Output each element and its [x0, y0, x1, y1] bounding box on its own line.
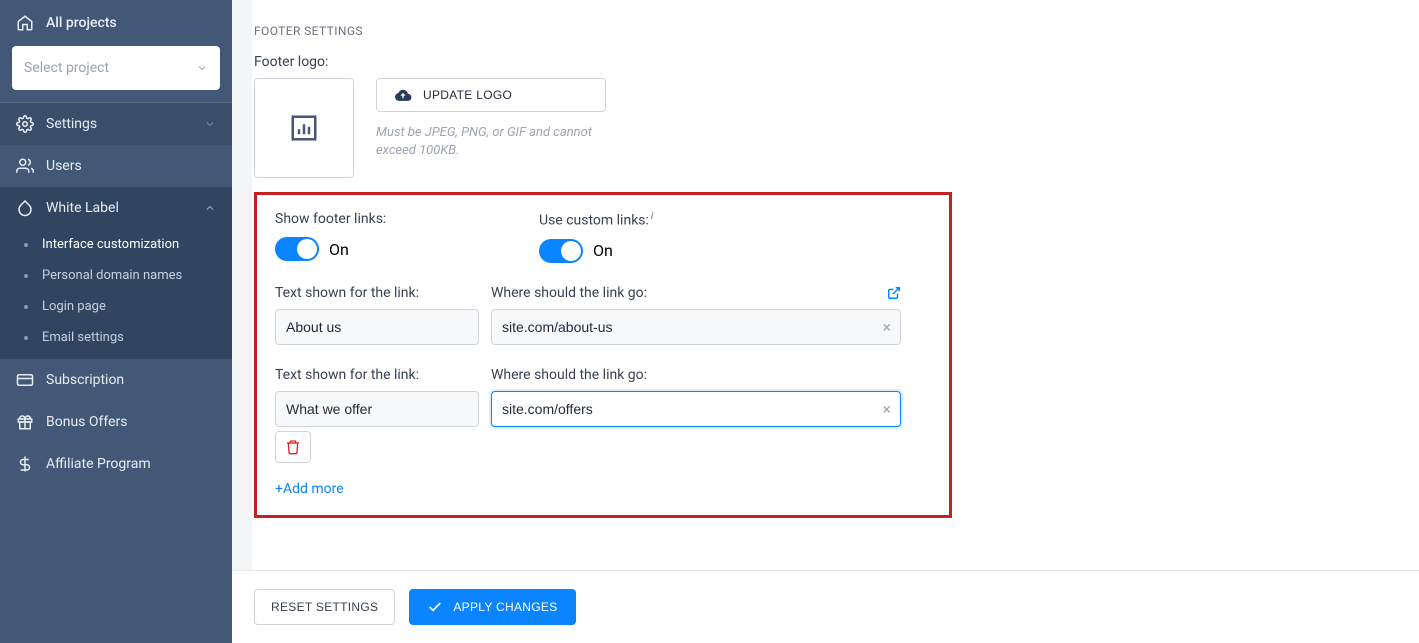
link-row-2: Text shown for the link: Where should th…	[275, 367, 931, 427]
custom-links-toggle-col: Use custom links:i On	[539, 211, 739, 263]
apply-button[interactable]: APPLY CHANGES	[409, 589, 575, 625]
reset-button[interactable]: RESET SETTINGS	[254, 589, 395, 625]
link-row-1: Text shown for the link: Where should th…	[275, 285, 931, 345]
add-more-link[interactable]: +Add more	[275, 481, 344, 497]
show-links-toggle[interactable]	[275, 237, 319, 261]
logo-row: UPDATE LOGO Must be JPEG, PNG, or GIF an…	[254, 78, 1399, 178]
users-label: Users	[46, 158, 82, 174]
settings-label: Settings	[46, 116, 97, 132]
link-url-wrap: ×	[491, 309, 901, 345]
footer-links-section: Show footer links: On Use custom links:i…	[254, 192, 952, 518]
chevron-down-icon	[196, 62, 208, 74]
droplet-icon	[16, 199, 34, 217]
subitem-email-settings[interactable]: Email settings	[0, 322, 232, 353]
subitem-label: Email settings	[42, 330, 124, 345]
link-text-label: Text shown for the link:	[275, 285, 479, 301]
link-text-label: Text shown for the link:	[275, 367, 479, 383]
subitem-login-page[interactable]: Login page	[0, 291, 232, 322]
sidebar-item-users[interactable]: Users	[0, 145, 232, 187]
affiliate-label: Affiliate Program	[46, 456, 151, 472]
link-url-input[interactable]	[491, 309, 901, 345]
gear-icon	[16, 115, 34, 133]
clear-icon[interactable]: ×	[882, 317, 891, 336]
dot-icon	[24, 243, 28, 247]
update-logo-label: UPDATE LOGO	[423, 88, 512, 102]
link-text-input[interactable]	[275, 309, 479, 345]
info-icon[interactable]: i	[651, 211, 653, 222]
dollar-icon	[16, 455, 34, 473]
custom-links-label: Use custom links:i	[539, 211, 739, 229]
project-select[interactable]: Select project	[12, 46, 220, 90]
section-title: FOOTER SETTINGS	[254, 0, 1399, 54]
delete-link-button[interactable]	[275, 431, 311, 463]
white-label-label: White Label	[46, 200, 119, 216]
show-links-toggle-col: Show footer links: On	[275, 211, 475, 263]
gift-icon	[16, 413, 34, 431]
link-url-wrap: ×	[491, 391, 901, 427]
chevron-up-icon	[204, 202, 216, 214]
footer-bar: RESET SETTINGS APPLY CHANGES	[232, 570, 1419, 643]
footer-logo-label: Footer logo:	[254, 54, 1399, 70]
toggle-state: On	[329, 240, 349, 259]
chevron-down-icon	[204, 118, 216, 130]
main-content: FOOTER SETTINGS Footer logo: UPDATE LOGO…	[232, 0, 1419, 643]
subitem-personal-domain[interactable]: Personal domain names	[0, 260, 232, 291]
subitem-label: Login page	[42, 299, 106, 314]
trash-icon	[285, 439, 301, 455]
card-icon	[16, 371, 34, 389]
external-link-icon[interactable]	[887, 286, 901, 300]
link-url-label: Where should the link go:	[491, 285, 647, 301]
dot-icon	[24, 305, 28, 309]
subitem-interface-customization[interactable]: Interface customization	[0, 229, 232, 260]
logo-side: UPDATE LOGO Must be JPEG, PNG, or GIF an…	[376, 78, 606, 160]
sidebar-item-affiliate[interactable]: Affiliate Program	[0, 443, 232, 485]
bonus-offers-label: Bonus Offers	[46, 414, 127, 430]
sidebar-item-all-projects[interactable]: All projects	[0, 0, 232, 46]
dot-icon	[24, 274, 28, 278]
link-url-label: Where should the link go:	[491, 367, 901, 383]
apply-label: APPLY CHANGES	[453, 600, 557, 614]
chart-bar-icon	[289, 113, 319, 143]
home-icon	[16, 14, 34, 32]
link-url-input[interactable]	[491, 391, 901, 427]
toggle-state: On	[593, 241, 613, 260]
dot-icon	[24, 336, 28, 340]
sidebar-item-settings[interactable]: Settings	[0, 103, 232, 145]
sidebar-item-bonus-offers[interactable]: Bonus Offers	[0, 401, 232, 443]
project-select-wrap: Select project	[0, 46, 232, 102]
sidebar-item-subscription[interactable]: Subscription	[0, 359, 232, 401]
update-logo-button[interactable]: UPDATE LOGO	[376, 78, 606, 112]
all-projects-label: All projects	[46, 15, 117, 31]
subitem-label: Personal domain names	[42, 268, 182, 283]
custom-links-toggle[interactable]	[539, 239, 583, 263]
toggle-row: Show footer links: On Use custom links:i…	[275, 211, 931, 263]
settings-panel: FOOTER SETTINGS Footer logo: UPDATE LOGO…	[252, 0, 1419, 570]
show-links-label: Show footer links:	[275, 211, 475, 227]
users-icon	[16, 157, 34, 175]
check-icon	[427, 599, 443, 615]
clear-icon[interactable]: ×	[882, 399, 891, 418]
project-select-placeholder: Select project	[24, 60, 109, 76]
sidebar-item-white-label[interactable]: White Label	[0, 187, 232, 229]
logo-preview	[254, 78, 354, 178]
subitem-label: Interface customization	[42, 237, 179, 252]
white-label-subitems: Interface customization Personal domain …	[0, 229, 232, 359]
link-text-input[interactable]	[275, 391, 479, 427]
sidebar: All projects Select project Settings Use…	[0, 0, 232, 643]
cloud-upload-icon	[393, 87, 413, 103]
subscription-label: Subscription	[46, 372, 124, 388]
logo-hint: Must be JPEG, PNG, or GIF and cannot exc…	[376, 124, 606, 160]
